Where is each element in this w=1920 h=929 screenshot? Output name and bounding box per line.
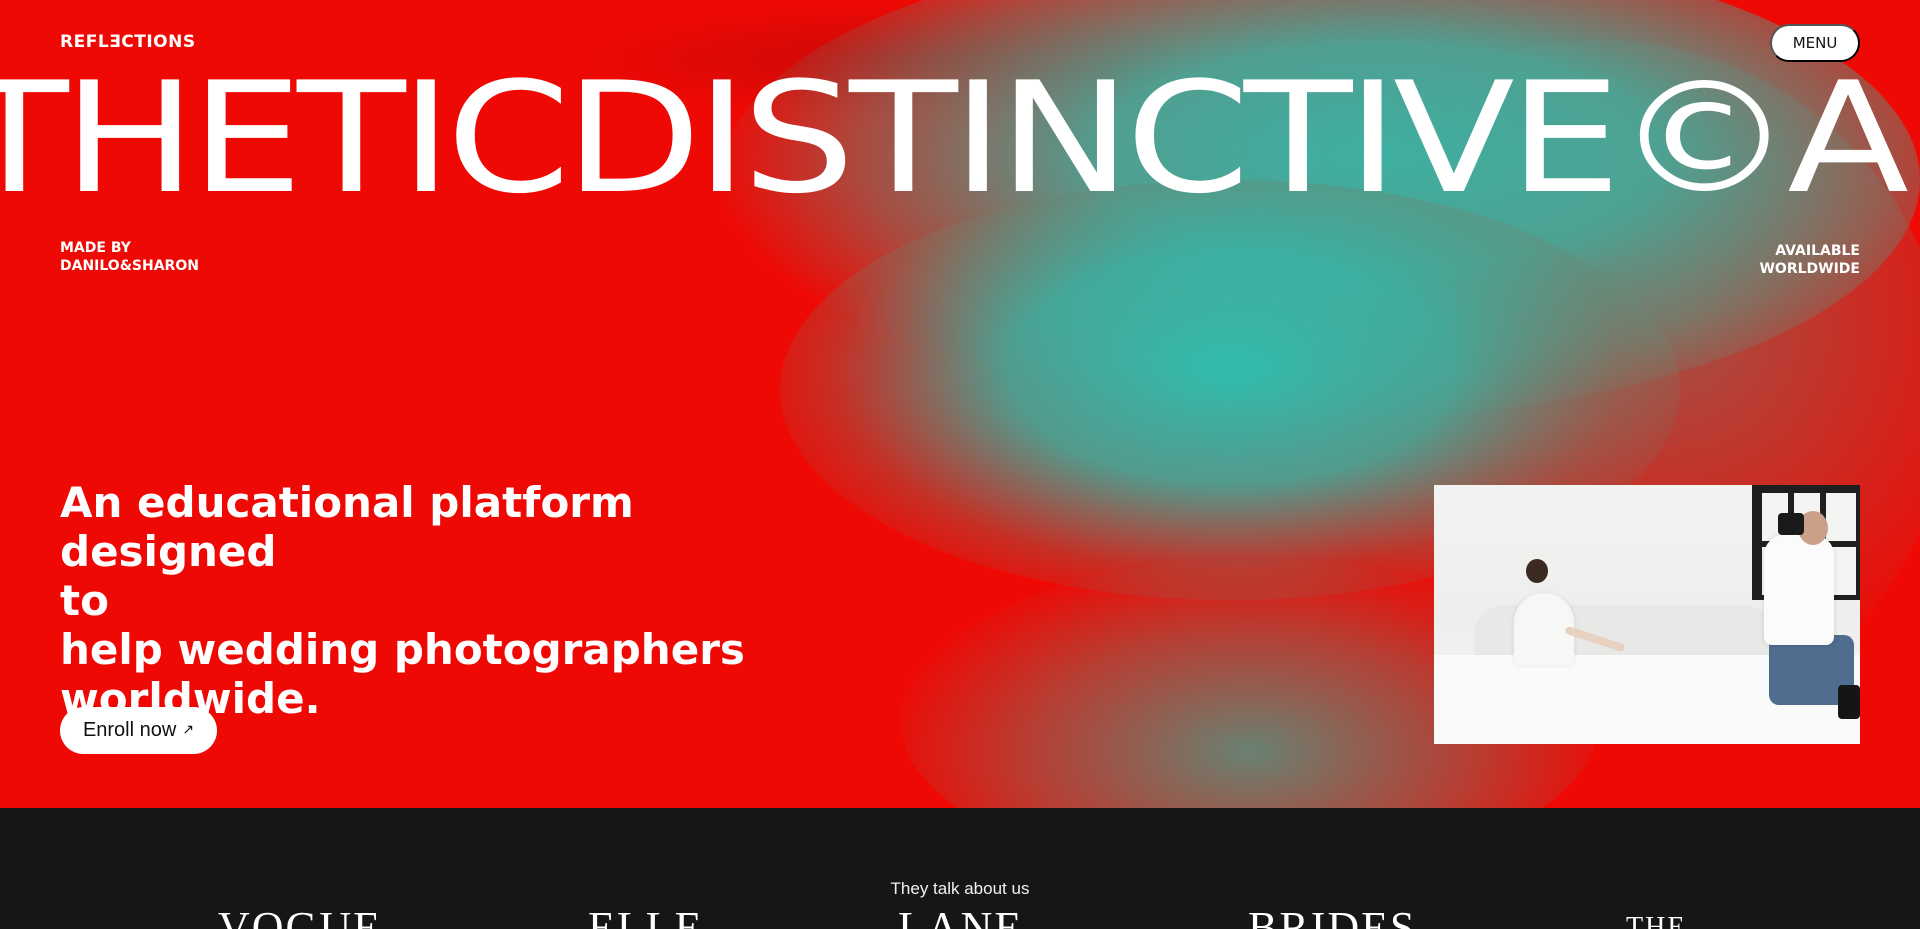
hero-section: REFLƎCTIONS MENU THETICDISTINCTIVE©A MAD… [0, 0, 1920, 808]
press-logo-brides: BRIDES [1248, 908, 1416, 929]
availability-line-2: WORLDWIDE [1759, 261, 1860, 277]
made-by-credit: MADE BY DANILO&SHARON [60, 239, 199, 275]
enroll-now-button[interactable]: Enroll now ↗ [60, 707, 217, 754]
hero-tagline: An educational platform designed to help… [60, 478, 760, 723]
made-by-names: DANILO&SHARON [60, 258, 199, 274]
press-logo-elle: ELLE [588, 908, 704, 929]
press-section: They talk about us VOGUE ELLE LANE BRIDE… [0, 808, 1920, 929]
tagline-line: to [60, 576, 109, 625]
availability-line-1: AVAILABLE [1775, 243, 1860, 259]
arrow-up-right-icon: ↗ [182, 721, 195, 737]
press-title: They talk about us [890, 879, 1030, 898]
tagline-line: help wedding photographers [60, 625, 745, 674]
camera-icon [1778, 513, 1804, 535]
hero-photo-photographer-and-bride [1434, 485, 1860, 744]
press-logo-the: THE [1626, 912, 1687, 929]
availability-note: AVAILABLE WORLDWIDE [1759, 242, 1860, 278]
hero-marquee-text: THETICDISTINCTIVE©A [0, 49, 1909, 228]
enroll-now-label: Enroll now [82, 719, 177, 741]
made-by-label: MADE BY [60, 240, 131, 256]
press-logo-lane: LANE [898, 908, 1023, 929]
press-logo-vogue: VOGUE [218, 908, 382, 929]
tagline-line: An educational platform designed [60, 478, 634, 576]
